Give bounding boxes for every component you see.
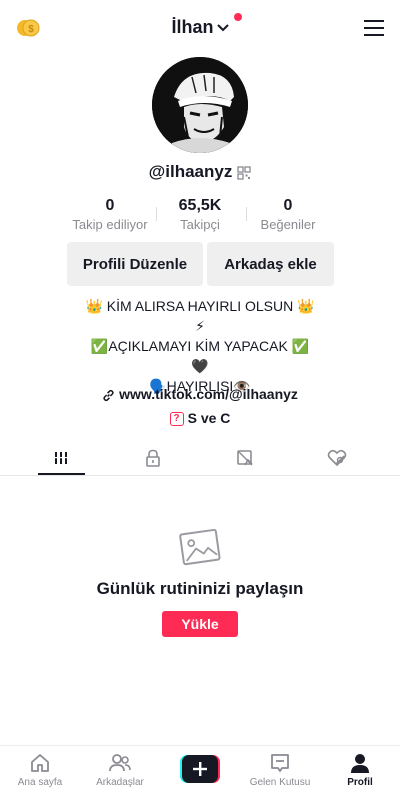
- profile-link[interactable]: www.tiktok.com/@ilhaanyz: [0, 386, 400, 402]
- nav-profile[interactable]: Profil: [320, 750, 400, 798]
- stat-likes[interactable]: 0 Beğeniler: [240, 197, 336, 232]
- nav-inbox[interactable]: Gelen Kutusu: [240, 750, 320, 798]
- followers-label: Takipçi: [180, 217, 220, 232]
- add-friend-button[interactable]: Arkadaş ekle: [207, 242, 334, 286]
- tagged-icon: [237, 450, 253, 466]
- active-tab-indicator: [38, 473, 85, 475]
- stat-following[interactable]: 0 Takip ediliyor: [62, 197, 158, 232]
- home-icon: [31, 754, 49, 772]
- bio-line: ⚡: [195, 318, 205, 334]
- nav-profile-label: Profil: [347, 777, 373, 788]
- edit-profile-button[interactable]: Profili Düzenle: [67, 242, 203, 286]
- bio-line: 🖤: [191, 358, 209, 374]
- following-label: Takip ediliyor: [72, 217, 148, 232]
- profile-bio: 👑 KİM ALIRSA HAYIRLI OLSUN 👑 ⚡ ✅AÇIKLAMA…: [20, 296, 380, 396]
- qr-code-icon[interactable]: [237, 165, 251, 180]
- chevron-down-icon: [216, 24, 229, 32]
- bottom-navigation: Ana sayfa Arkadaşlar Gelen Kutusu Profil: [0, 745, 400, 800]
- account-username: İlhan: [171, 17, 214, 37]
- tab-tagged[interactable]: [199, 440, 291, 476]
- profile-link-text: www.tiktok.com/@ilhaanyz: [119, 386, 298, 402]
- bio-line: 👑 KİM ALIRSA HAYIRLI OLSUN 👑: [85, 298, 315, 314]
- photo-placeholder-icon: [179, 528, 221, 566]
- videos-grid-icon: [55, 452, 67, 464]
- notification-dot: [234, 13, 242, 21]
- profile-icon: [351, 754, 369, 773]
- bio-line: ✅AÇIKLAMAYI KİM YAPACAK ✅: [90, 338, 310, 354]
- liked-hidden-icon: [327, 449, 347, 467]
- nav-inbox-label: Gelen Kutusu: [249, 777, 311, 788]
- profile-stats: 0 Takip ediliyor 65,5K Takipçi 0 Beğenil…: [0, 197, 400, 237]
- nav-friends[interactable]: Arkadaşlar: [80, 750, 160, 798]
- following-count: 0: [105, 197, 115, 214]
- lock-icon: [146, 449, 160, 467]
- stat-followers[interactable]: 65,5K Takipçi: [152, 197, 248, 232]
- qa-row[interactable]: ? S ve C: [0, 410, 400, 427]
- hamburger-menu-icon[interactable]: [364, 19, 384, 37]
- tab-liked[interactable]: [291, 440, 383, 476]
- likes-label: Beğeniler: [260, 217, 316, 232]
- inbox-icon: [271, 754, 289, 772]
- tab-private[interactable]: [107, 440, 199, 476]
- nav-home-label: Ana sayfa: [17, 777, 63, 788]
- upload-button[interactable]: Yükle: [162, 611, 238, 637]
- followers-count: 65,5K: [178, 197, 222, 214]
- friends-icon: [109, 754, 131, 772]
- profile-handle: @ilhaanyz: [148, 162, 233, 181]
- profile-tabs: [0, 440, 400, 476]
- stat-divider: [156, 207, 157, 221]
- account-switcher[interactable]: İlhan: [0, 17, 400, 38]
- nav-home[interactable]: Ana sayfa: [0, 750, 80, 798]
- qa-label: S ve C: [187, 410, 231, 426]
- likes-count: 0: [283, 197, 293, 214]
- question-icon: ?: [169, 412, 184, 427]
- empty-state-title: Günlük rutininizi paylaşın: [96, 579, 304, 598]
- profile-handle-row: @ilhaanyz: [0, 162, 400, 182]
- stat-divider: [246, 207, 247, 221]
- nav-friends-label: Arkadaşlar: [96, 777, 144, 788]
- top-bar: $ İlhan: [0, 0, 400, 58]
- create-plus-button[interactable]: [180, 755, 220, 783]
- profile-avatar[interactable]: [152, 57, 248, 153]
- link-icon: [103, 389, 114, 401]
- tab-videos[interactable]: [15, 440, 107, 476]
